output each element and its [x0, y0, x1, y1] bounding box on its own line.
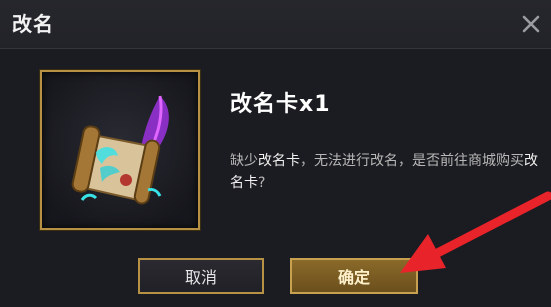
rename-card-scroll-quill-icon	[71, 95, 169, 205]
message-text: ，无法进行改名，是否前往商城购买	[300, 153, 524, 169]
dialog-message: 缺少改名卡，无法进行改名，是否前往商城购买改名卡?	[230, 150, 542, 194]
close-button[interactable]	[513, 6, 549, 42]
dialog-titlebar: 改名	[0, 0, 551, 49]
item-name: 改名卡	[230, 92, 300, 117]
close-icon	[522, 15, 540, 33]
cancel-button[interactable]: 取消	[138, 258, 264, 294]
dialog-title: 改名	[12, 12, 54, 36]
message-highlight-item: 改名卡	[258, 153, 300, 169]
item-name-label: 改名卡x1	[230, 86, 331, 118]
message-text: 缺少	[230, 153, 258, 169]
item-icon-frame	[40, 70, 200, 230]
item-count: x1	[299, 92, 331, 117]
message-text: ?	[258, 175, 266, 191]
confirm-button[interactable]: 确定	[290, 258, 418, 294]
